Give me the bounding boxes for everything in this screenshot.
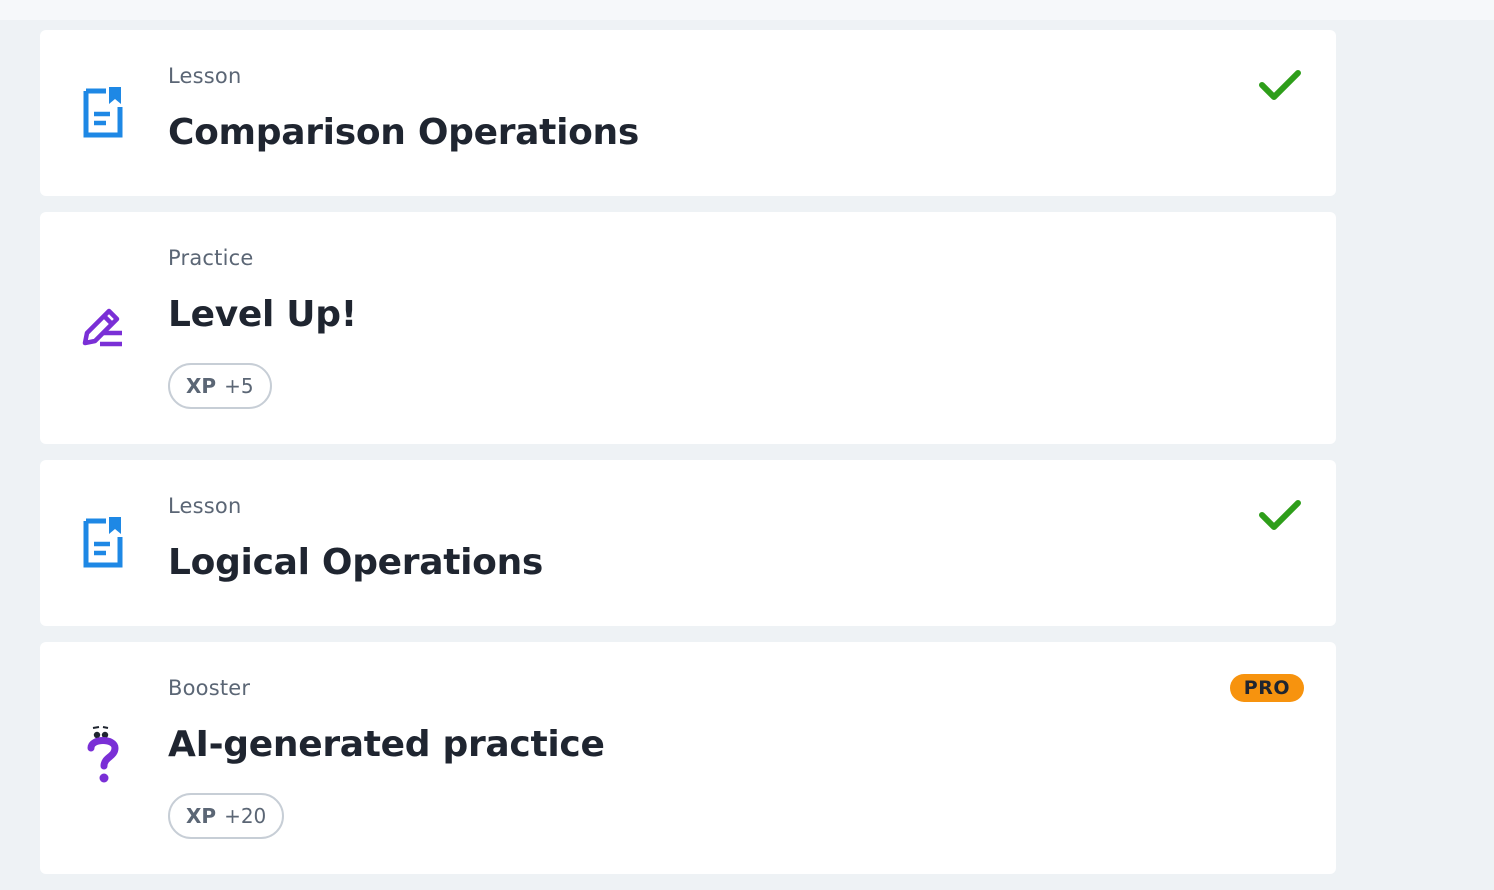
item-title: Level Up! (168, 294, 357, 335)
lesson-list: Lesson Comparison Operations Practice Le… (40, 30, 1336, 890)
item-title: AI-generated practice (168, 724, 605, 765)
top-strip (0, 0, 1494, 20)
lesson-icon (80, 515, 126, 571)
xp-badge: XP +5 (168, 363, 272, 409)
item-kind: Booster (168, 676, 251, 700)
xp-label: XP (186, 374, 217, 398)
list-item[interactable]: Lesson Comparison Operations (40, 30, 1336, 196)
item-kind: Lesson (168, 64, 242, 88)
ai-question-icon (80, 726, 126, 784)
list-item[interactable]: Lesson Logical Operations (40, 460, 1336, 626)
pro-badge: PRO (1229, 674, 1304, 702)
lesson-icon (80, 85, 126, 141)
item-kind: Practice (168, 246, 254, 270)
xp-value: +5 (224, 374, 254, 398)
list-item[interactable]: Practice Level Up! XP +5 (40, 212, 1336, 444)
xp-label: XP (186, 804, 217, 828)
item-kind: Lesson (168, 494, 242, 518)
list-item[interactable]: Booster AI-generated practice PRO XP +20 (40, 642, 1336, 874)
item-title: Logical Operations (168, 542, 544, 583)
xp-value: +20 (224, 804, 267, 828)
practice-icon (80, 298, 126, 354)
item-title: Comparison Operations (168, 112, 640, 153)
check-icon (1259, 500, 1301, 530)
check-icon (1259, 70, 1301, 100)
xp-badge: XP +20 (168, 793, 285, 839)
